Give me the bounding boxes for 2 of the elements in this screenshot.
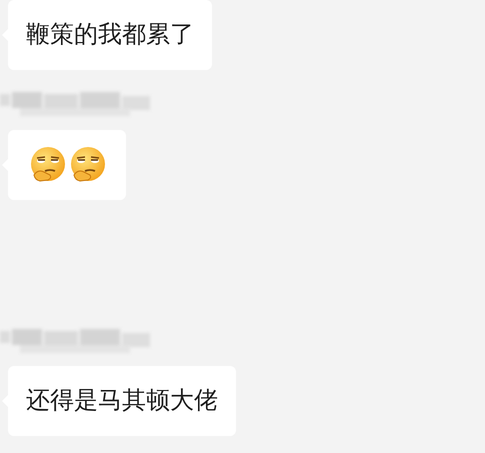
message-bubble: 鞭策的我都累了 [8,0,212,70]
message-bubble: 还得是马其顿大佬 [8,366,236,436]
